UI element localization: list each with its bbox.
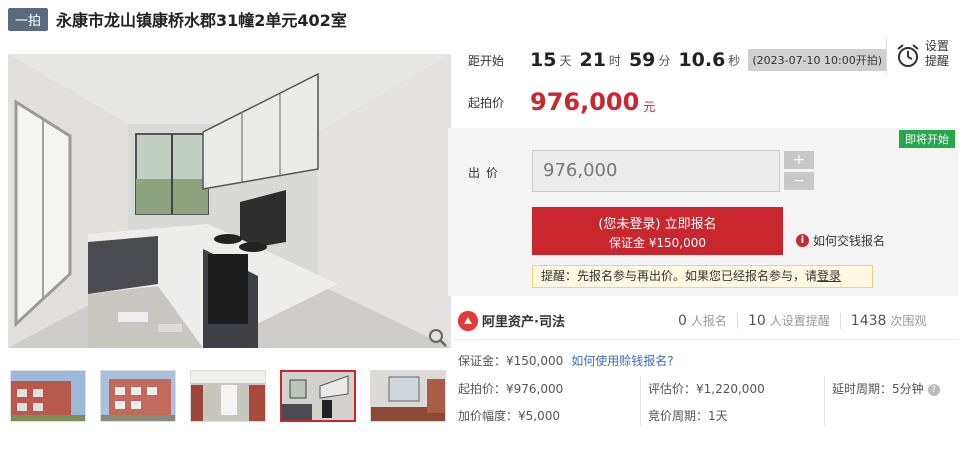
countdown-seconds: 10.6 [678, 49, 726, 71]
login-tip: 提醒：先报名参与再出价。如果您已经报名参与，请登录 [532, 265, 873, 288]
alibaba-asset-logo-icon [458, 310, 478, 331]
reminder-count-label: 人设置提醒 [769, 314, 830, 328]
countdown-days-unit: 天 [559, 53, 572, 68]
signup-button-label: (您未登录) 立即报名 [598, 217, 717, 232]
login-tip-text: 提醒：先报名参与再出价。如果您已经报名参与，请 [541, 269, 818, 283]
set-reminder-label: 设置提醒 [925, 39, 950, 68]
thumbnail[interactable] [10, 370, 86, 422]
countdown-hours-unit: 时 [608, 53, 621, 68]
appraisal-info: 评估价：¥1,220,000 [648, 382, 765, 396]
zoom-icon[interactable] [427, 327, 449, 349]
page-title: 永康市龙山镇康桥水郡31幢2单元402室 [56, 11, 347, 30]
reminder-count-number: 10 [747, 313, 766, 329]
view-count-label: 次围观 [890, 314, 927, 328]
main-photo[interactable] [8, 54, 451, 348]
login-link[interactable]: 登录 [817, 269, 841, 283]
title-row: 一拍 永康市龙山镇康桥水郡31幢2单元402室 [8, 6, 347, 32]
thumbnail[interactable] [190, 370, 266, 422]
start-price-label: 起拍价 [468, 95, 505, 110]
extension-info: 延时周期：5分钟? [832, 380, 940, 397]
credit-signup-link[interactable]: 如何使用赊钱报名? [571, 354, 673, 368]
how-to-pay-label: 如何交钱报名 [813, 234, 886, 248]
signup-count-number: 0 [678, 313, 687, 329]
alarm-clock-icon [897, 44, 919, 67]
thumbnail-strip [10, 370, 460, 422]
round-badge: 一拍 [8, 7, 49, 31]
signup-count-label: 人报名 [690, 314, 727, 328]
info-icon: i [796, 234, 809, 247]
brand: 阿里资产·司法 [458, 310, 668, 331]
start-price-row: 起拍价 976,000 元 [448, 80, 655, 124]
start-price-unit: 元 [643, 99, 656, 114]
countdown-seconds-unit: 秒 [728, 53, 741, 68]
divider [640, 376, 641, 426]
set-reminder-button[interactable]: 设置提醒 [886, 38, 958, 74]
deposit-text: 保证金：¥150,000 [458, 354, 564, 368]
countdown-minutes-unit: 分 [658, 53, 671, 68]
countdown-hours: 21 [579, 49, 606, 71]
increment-info: 加价幅度：¥5,000 [458, 409, 560, 423]
signup-button[interactable]: (您未登录) 立即报名 保证金 ¥150,000 [532, 207, 783, 255]
kitchen-photo-illustration [8, 54, 451, 348]
view-count-number: 1438 [850, 313, 887, 329]
divider [824, 376, 825, 426]
bid-price-input[interactable]: 976,000 [532, 150, 780, 192]
start-price-info: 起拍价：¥976,000 [458, 382, 564, 396]
signup-count: 0 人报名 [668, 312, 737, 329]
help-icon[interactable]: ? [927, 383, 940, 396]
countdown-minutes: 59 [628, 49, 656, 71]
bidding-period-info: 竞价周期：1天 [648, 409, 728, 423]
deposit-row: 保证金：¥150,000 如何使用赊钱报名? [458, 352, 674, 369]
how-to-pay-link[interactable]: i 如何交钱报名 [796, 232, 885, 249]
countdown-label: 距开始 [468, 53, 505, 68]
brand-name: 阿里资产·司法 [482, 315, 565, 330]
extension-text: 延时周期：5分钟 [832, 382, 924, 396]
thumbnail[interactable] [100, 370, 176, 422]
start-price-value: 976,000 [530, 88, 640, 116]
view-count: 1438 次围观 [841, 312, 937, 329]
countdown-days: 15 [530, 49, 557, 71]
signup-deposit-label: 保证金 ¥150,000 [608, 236, 707, 250]
thumbnail-active[interactable] [280, 370, 356, 422]
reminder-count: 10 人设置提醒 [738, 312, 840, 329]
status-badge: 即将开始 [899, 130, 955, 148]
countdown-row: 距开始 15 天 21 时 59 分 10.6 秒 (2023-07-10 10… [448, 38, 958, 82]
decrease-bid-button[interactable]: − [784, 172, 814, 190]
start-time: (2023-07-10 10:00开拍) [748, 49, 887, 71]
bid-label: 出价 [468, 166, 505, 180]
stats-row: 阿里资产·司法 0 人报名 10 人设置提醒 1438 次围观 [448, 302, 958, 340]
increase-bid-button[interactable]: + [784, 151, 814, 169]
bid-area: 即将开始 出价 976,000 + − (您未登录) 立即报名 保证金 ¥150… [448, 128, 958, 296]
thumbnail[interactable] [370, 370, 446, 422]
